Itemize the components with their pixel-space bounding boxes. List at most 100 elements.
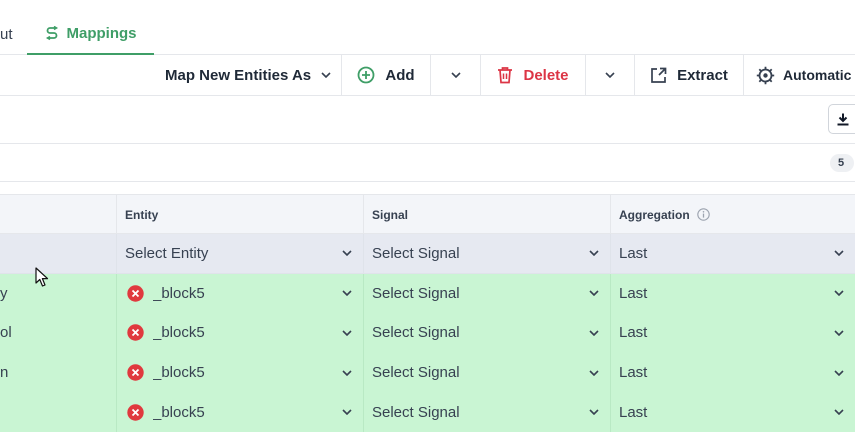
column-header-label: Entity (125, 207, 159, 222)
aggregation-value: Last (619, 364, 648, 382)
chevron-down-icon (827, 370, 851, 376)
chevron-down-icon (335, 330, 359, 336)
delete-button[interactable]: Delete (480, 55, 585, 95)
error-x-icon (127, 403, 144, 421)
add-options-dropdown[interactable] (430, 55, 480, 95)
error-x-icon (127, 285, 144, 302)
signal-select[interactable]: Select Signal (363, 352, 610, 393)
chevron-down-icon (335, 250, 359, 257)
entity-select[interactable]: _block5 (116, 392, 363, 432)
aggregation-select[interactable]: Last (610, 352, 855, 393)
entity-value: _block5 (153, 284, 205, 302)
entity-select[interactable]: _block5 (116, 313, 363, 353)
chevron-down-icon (335, 370, 359, 376)
table-row[interactable]: ol _block5 Select Signal Last (0, 313, 855, 353)
chevron-down-icon (827, 409, 851, 416)
info-icon[interactable] (696, 208, 710, 221)
signal-filter-select[interactable]: Select Signal (363, 234, 610, 273)
name-text: ol (0, 324, 12, 342)
mouse-cursor-icon (35, 267, 49, 293)
aggregation-filter-value: Last (619, 244, 648, 262)
chevron-down-icon (582, 330, 606, 336)
count-badge: 5 (830, 154, 854, 172)
entity-filter-select[interactable]: Select Entity (116, 234, 363, 273)
aggregation-filter-select[interactable]: Last (610, 234, 855, 273)
name-cell (0, 392, 116, 432)
column-header-name[interactable] (0, 195, 116, 234)
chevron-down-icon (582, 370, 606, 376)
entity-value: _block5 (153, 324, 205, 342)
entity-select[interactable]: _block5 (116, 352, 363, 393)
entity-value: _block5 (153, 403, 205, 421)
entity-value: _block5 (153, 364, 205, 382)
automatic-button-label: Automatic (783, 67, 852, 83)
signal-select[interactable]: Select Signal (363, 273, 610, 314)
external-link-icon (650, 67, 667, 84)
name-cell: ol (0, 313, 116, 353)
chevron-down-icon (582, 250, 606, 257)
column-header-label: Aggregation (619, 207, 690, 222)
chevron-down-icon (827, 250, 851, 257)
chevron-down-icon (827, 290, 851, 297)
chevron-down-icon (605, 72, 615, 78)
table-row[interactable]: y _block5 Select Signal Last (0, 273, 855, 314)
aggregation-select[interactable]: Last (610, 313, 855, 353)
signal-select[interactable]: Select Signal (363, 392, 610, 432)
entity-filter-value: Select Entity (125, 244, 209, 262)
aggregation-select[interactable]: Last (610, 273, 855, 314)
column-header-label: Signal (372, 207, 409, 222)
delete-options-dropdown[interactable] (585, 55, 634, 95)
signal-value: Select Signal (372, 284, 460, 302)
download-icon (837, 113, 849, 126)
signal-value: Select Signal (372, 364, 460, 382)
chevron-down-icon (450, 72, 461, 78)
name-cell: y (0, 274, 116, 314)
column-header-signal[interactable]: Signal (363, 195, 610, 234)
extract-button-label: Extract (677, 66, 728, 84)
mappings-table: Entity Signal Aggregation Select Entity … (0, 194, 855, 432)
chevron-down-icon (582, 290, 606, 297)
signal-value: Select Signal (372, 324, 460, 342)
download-button[interactable] (828, 104, 855, 134)
delete-button-label: Delete (523, 66, 569, 84)
error-x-icon (127, 324, 144, 342)
map-new-entities-label: Map New Entities As (165, 66, 312, 84)
name-cell: n (0, 353, 116, 393)
aggregation-select[interactable]: Last (610, 392, 855, 432)
chevron-down-icon (321, 72, 331, 78)
error-x-icon (127, 364, 144, 381)
aggregation-value: Last (619, 403, 648, 421)
tab-mappings[interactable]: Mappings (27, 14, 154, 55)
signal-value: Select Signal (372, 403, 460, 421)
tab-mappings-label: Mappings (66, 25, 137, 42)
column-header-entity[interactable]: Entity (116, 195, 363, 234)
chevron-down-icon (827, 330, 851, 336)
mapping-arrows-icon (45, 25, 59, 42)
table-header: Entity Signal Aggregation (0, 194, 855, 234)
extract-button[interactable]: Extract (634, 55, 743, 95)
signal-filter-value: Select Signal (372, 244, 460, 262)
add-button[interactable]: Add (341, 55, 430, 95)
filter-bar (0, 96, 855, 144)
table-row[interactable]: _block5 Select Signal Last (0, 392, 855, 432)
entity-select[interactable]: _block5 (116, 273, 363, 314)
mappings-toolbar: Map New Entities As Add Delete Extract A… (0, 55, 855, 96)
automatic-button[interactable]: Automatic (743, 55, 855, 95)
chevron-down-icon (335, 290, 359, 297)
column-filter-row: Select Entity Select Signal Last (0, 234, 855, 274)
tab-previous[interactable]: ut (0, 26, 13, 43)
plus-circle-icon (357, 66, 375, 84)
table-row[interactable]: n _block5 Select Signal Last (0, 352, 855, 393)
aggregation-value: Last (619, 324, 648, 342)
map-new-entities-dropdown[interactable]: Map New Entities As (160, 55, 341, 95)
trash-icon (497, 66, 513, 84)
signal-select[interactable]: Select Signal (363, 313, 610, 353)
aggregation-value: Last (619, 284, 648, 302)
chevron-down-icon (335, 409, 359, 416)
tab-bar: ut Mappings (0, 0, 855, 55)
name-text: n (0, 364, 9, 382)
results-summary: 5 (0, 144, 855, 182)
add-button-label: Add (385, 66, 415, 84)
column-header-aggregation[interactable]: Aggregation (610, 195, 855, 234)
name-filter-cell (0, 234, 116, 273)
